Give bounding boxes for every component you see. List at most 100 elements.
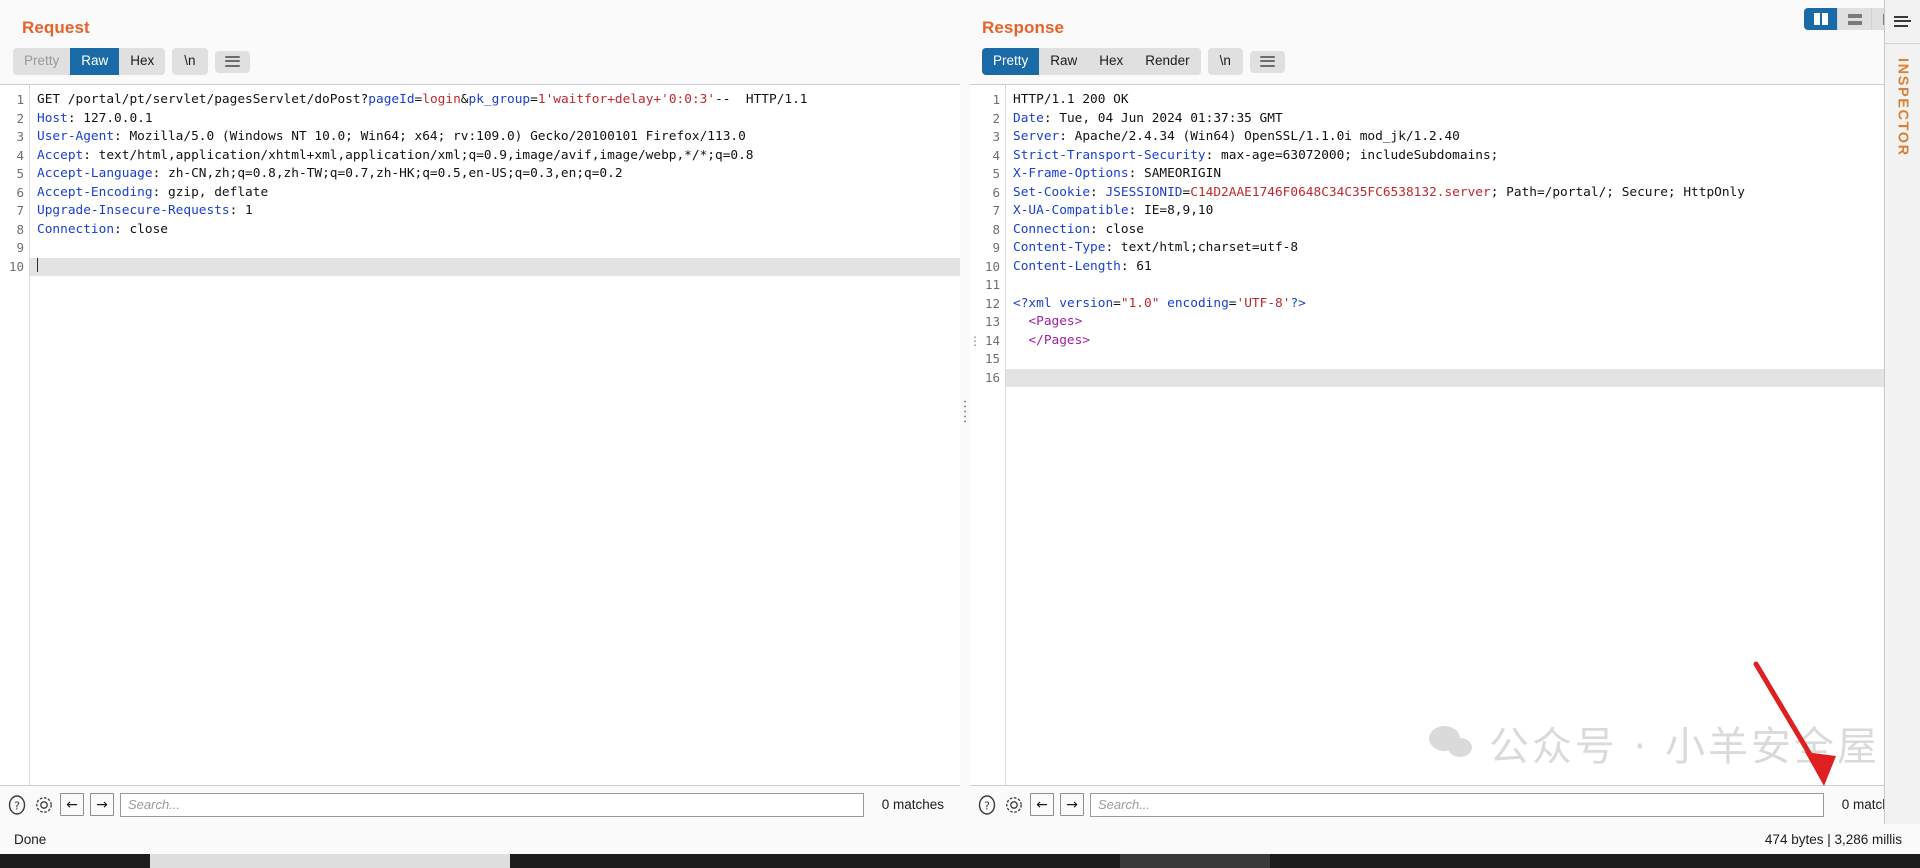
tab-request-hex[interactable]: Hex [119,48,166,75]
code-line: GET /portal/pt/servlet/pagesServlet/doPo… [37,92,808,107]
layout-side-by-side-button[interactable] [1804,8,1838,30]
code-line: Accept-Encoding: gzip, deflate [37,184,269,200]
request-find-next-button[interactable]: → [90,793,114,816]
line-number: 7 [992,203,1000,218]
tab-request-pretty[interactable]: Pretty [13,48,71,75]
taskbar-segment [1120,854,1270,868]
line-number: 2 [992,110,1000,126]
help-icon: ? [978,794,995,815]
line-number: 2 [16,110,24,126]
tab-response-raw[interactable]: Raw [1039,48,1089,75]
line-number: 6 [16,184,24,200]
inspector-rail[interactable]: INSPECTOR [1884,0,1920,824]
code-line: X-UA-Compatible: IE=8,9,10 [1013,203,1214,218]
line-number: 11 [984,277,1000,292]
response-editor[interactable]: 1 2 3 4 5 6 7 8 9 10 11 12 13 14 ⋮ 15 16 HTTP/1.1 200 OK… [970,84,1920,786]
arrow-right-icon: → [96,796,108,813]
line-number: 10 [984,258,1000,274]
line-number: 12 [984,295,1000,311]
code-line [1006,368,1920,387]
tab-request-raw[interactable]: Raw [70,48,120,75]
burp-message-editor-window: Request Pretty Raw Hex \n 1 2 3 4 5 6 7 8 9 10 GE… [0,0,1920,868]
line-number: 9 [16,240,24,255]
code-line: Upgrade-Insecure-Requests: 1 [37,203,253,218]
text-caret [37,257,38,272]
request-search-input[interactable] [120,792,864,817]
line-number: 15 [984,351,1000,366]
response-settings-button[interactable] [1003,794,1024,815]
taskbar-segment [0,854,150,868]
response-menu-button[interactable] [1249,50,1285,73]
request-help-button[interactable]: ? [6,794,27,815]
line-number: 16 [984,369,1000,385]
layout-stacked-button[interactable] [1838,8,1872,30]
code-line: Set-Cookie: JSESSIONID=C14D2AAE1746F0648… [1013,184,1745,200]
line-number: 13 [984,314,1000,329]
response-find-bar: ? ← → 0 mat [970,786,1920,824]
arrow-left-icon: ← [66,796,78,813]
response-view-tabs[interactable]: Pretty Raw Hex Render [982,48,1201,75]
tab-response-render[interactable]: Render [1134,48,1201,75]
tab-response-newline[interactable]: \n [1207,48,1243,75]
gear-icon [1005,796,1022,813]
response-title: Response [982,18,1065,37]
inspector-menu-button[interactable] [1885,0,1920,44]
response-help-button[interactable]: ? [976,794,997,815]
gear-icon [35,796,52,813]
code-line [30,257,960,276]
code-line: Date: Tue, 04 Jun 2024 01:37:35 GMT [1013,110,1283,126]
line-number: 8 [992,221,1000,237]
line-number: 14 ⋮ [970,332,1000,351]
line-number: 4 [992,147,1000,163]
taskbar-segment [1270,854,1920,868]
arrow-right-icon: → [1066,796,1078,813]
line-number: 9 [992,240,1000,255]
hamburger-icon [1259,55,1275,67]
tab-response-pretty[interactable]: Pretty [982,48,1040,75]
svg-text:?: ? [14,799,20,812]
request-find-prev-button[interactable]: ← [60,793,84,816]
line-number: 6 [992,184,1000,200]
pane-divider[interactable] [960,0,970,824]
code-line: User-Agent: Mozilla/5.0 (Windows NT 10.0… [37,129,746,144]
request-line-numbers: 1 2 3 4 5 6 7 8 9 10 [0,85,30,785]
line-number: 1 [992,92,1000,107]
code-line: Content-Length: 61 [1013,258,1152,274]
code-line: Connection: close [1013,221,1144,237]
tab-request-newline[interactable]: \n [172,48,208,75]
request-menu-button[interactable] [214,50,250,73]
code-line: <?xml version="1.0" encoding='UTF-8'?> [1013,295,1306,311]
hamburger-icon [1894,15,1911,28]
os-taskbar [0,854,1920,868]
request-settings-button[interactable] [33,794,54,815]
code-line: Accept-Language: zh-CN,zh;q=0.8,zh-TW;q=… [37,166,623,181]
response-find-next-button[interactable]: → [1060,793,1084,816]
response-find-prev-button[interactable]: ← [1030,793,1054,816]
inspector-label: INSPECTOR [1894,58,1911,157]
request-find-bar: ? ← → 0 mat [0,786,960,824]
request-match-count: 0 matches [881,797,944,812]
response-code[interactable]: HTTP/1.1 200 OK Date: Tue, 04 Jun 2024 01… [1006,85,1920,785]
svg-text:?: ? [984,799,990,812]
response-line-numbers: 1 2 3 4 5 6 7 8 9 10 11 12 13 14 ⋮ 15 16 [970,85,1006,785]
taskbar-segment [510,854,1120,868]
line-number: 5 [16,166,24,181]
taskbar-segment [150,854,510,868]
code-line: Connection: close [37,221,168,237]
request-pane: Request Pretty Raw Hex \n 1 2 3 4 5 6 7 8 9 10 GE… [0,0,960,824]
code-line: </Pages> [1013,332,1091,348]
request-editor[interactable]: 1 2 3 4 5 6 7 8 9 10 GET /portal/pt/servlet/pages… [0,84,960,786]
response-search-input[interactable] [1090,792,1824,817]
status-left-text: Done [14,831,47,847]
fold-marker-icon[interactable]: ⋮ [970,332,981,351]
request-view-tabs[interactable]: Pretty Raw Hex [13,48,166,75]
tab-response-hex[interactable]: Hex [1088,48,1135,75]
code-line: X-Frame-Options: SAMEORIGIN [1013,166,1222,181]
request-code[interactable]: GET /portal/pt/servlet/pagesServlet/doPo… [30,85,960,785]
response-pane: Response Pretty Raw Hex Render \n 123456… [970,0,1920,824]
two-rows-icon [1847,13,1862,25]
status-bar: Done 474 bytes | 3,286 millis [0,824,1920,854]
